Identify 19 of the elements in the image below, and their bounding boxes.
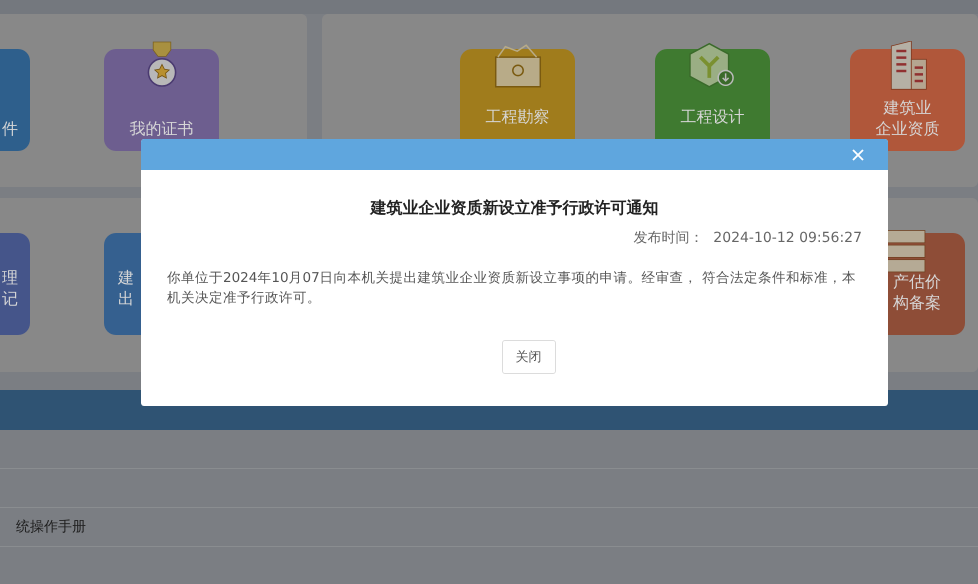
tile-label: 理 [2,267,18,288]
tile-label: 建筑业 [884,97,932,118]
tile-label: 企业资质 [876,118,940,139]
tile-button[interactable]: 件 [0,49,30,151]
tile-label: 件 [2,118,18,139]
tile-label: 产估价 [893,271,941,292]
tile-label: 记 [2,288,18,309]
tile-label: 出 [118,288,134,309]
tile-label: 建 [118,267,134,288]
close-icon[interactable] [852,149,864,161]
tile-label: 工程设计 [680,106,744,127]
tile-label: 构备案 [893,292,941,313]
publish-label: 发布时间： [633,230,704,246]
close-button[interactable]: 关闭 [502,340,556,374]
tile-label: 我的证书 [130,118,194,139]
list-item-link[interactable]: 统操作手册 [16,518,86,536]
dialog-title: 建筑业企业资质新设立准予行政许可通知 [368,198,660,219]
tile-label: 工程勘察 [486,106,550,127]
tile-button[interactable]: 理 记 [0,233,30,335]
